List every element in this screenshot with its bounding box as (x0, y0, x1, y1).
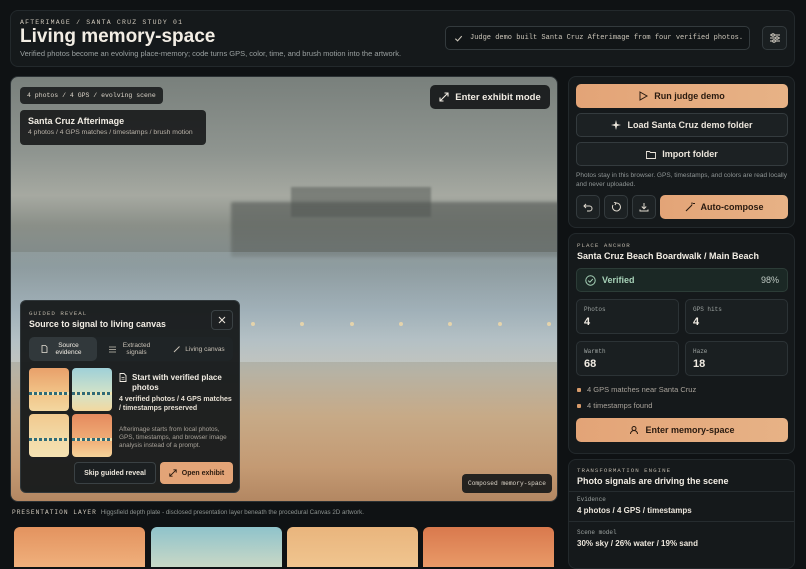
settings-button[interactable] (762, 26, 787, 50)
evidence-key: Evidence (577, 496, 606, 503)
close-icon (218, 316, 226, 324)
privacy-note: Photos stay in this browser. GPS, timest… (576, 172, 787, 188)
import-folder-button[interactable]: Import folder (576, 142, 788, 166)
composed-chip: Composed memory-space (462, 474, 552, 493)
folder-icon (646, 150, 657, 159)
tab-label: Source evidence (55, 342, 82, 356)
run-judge-demo-button[interactable]: Run judge demo (576, 84, 788, 108)
download-button[interactable] (632, 195, 656, 219)
user-icon (629, 425, 639, 435)
light-dots (251, 322, 551, 326)
bullet-gps-matches: 4 GPS matches near Santa Cruz (577, 385, 696, 394)
tab-living-canvas[interactable]: Living canvas (165, 337, 233, 361)
depth-plate-card[interactable] (14, 527, 145, 567)
enter-exhibit-button[interactable]: Enter exhibit mode (430, 85, 550, 109)
photo-thumbnail (29, 414, 69, 457)
tab-extracted-signals[interactable]: Extracted signals (97, 337, 165, 361)
check-circle-icon (585, 274, 596, 286)
place-eyebrow: PLACE ANCHOR (577, 242, 631, 249)
expand-icon (439, 92, 449, 102)
actions-panel: Run judge demo Load Santa Cruz demo fold… (568, 76, 795, 228)
photo-thumbnail (72, 368, 112, 411)
download-icon (639, 202, 649, 212)
header-eyebrow: AFTERIMAGE / SANTA CRUZ STUDY 01 (20, 19, 184, 26)
place-title: Santa Cruz Beach Boardwalk / Main Beach (577, 251, 760, 261)
status-text: Judge demo built Santa Cruz Afterimage f… (470, 34, 744, 42)
list-icon (108, 346, 116, 353)
sparkle-icon (611, 120, 622, 130)
place-anchor-panel: PLACE ANCHOR Santa Cruz Beach Boardwalk … (568, 233, 795, 454)
transformation-engine-panel: TRANSFORMATION ENGINE Photo signals are … (568, 459, 795, 569)
guided-reveal-panel: GUIDED REVEAL Source to signal to living… (20, 300, 240, 493)
step-title: Start with verified place photos (119, 373, 231, 392)
wand-icon (685, 202, 695, 212)
app-header: AFTERIMAGE / SANTA CRUZ STUDY 01 Living … (10, 10, 795, 67)
scene-model-value: 30% sky / 26% water / 19% sand (577, 539, 698, 548)
stat-warmth: Warmth 68 (576, 341, 679, 376)
depth-plate-card[interactable] (151, 527, 282, 567)
living-canvas-stage[interactable]: 4 photos / 4 GPS / evolving scene Santa … (10, 76, 558, 502)
verified-label: Verified (602, 275, 635, 285)
depth-plate-card[interactable] (423, 527, 554, 567)
step-body: Afterimage starts from local photos, GPS… (119, 426, 227, 449)
document-icon (119, 373, 127, 392)
expand-icon (169, 469, 177, 477)
presentation-strip (10, 521, 558, 567)
enter-exhibit-label: Enter exhibit mode (455, 91, 541, 103)
photo-thumbnail (72, 414, 112, 457)
auto-compose-button[interactable]: Auto-compose (660, 195, 788, 219)
tab-source-evidence[interactable]: Source evidence (29, 337, 97, 361)
engine-title: Photo signals are driving the scene (577, 476, 729, 486)
evidence-value: 4 photos / 4 GPS / timestamps (577, 506, 692, 515)
scene-card-subtitle: 4 photos / 4 GPS matches / timestamps / … (28, 129, 193, 136)
source-thumbnails (29, 368, 112, 458)
load-demo-folder-button[interactable]: Load Santa Cruz demo folder (576, 113, 788, 137)
sliders-icon (769, 32, 781, 44)
depth-plate-card[interactable] (287, 527, 418, 567)
scene-summary-chip: 4 photos / 4 GPS / evolving scene (20, 87, 163, 104)
verified-status: Verified 98% (576, 268, 788, 292)
brush-icon (173, 345, 181, 353)
file-icon (41, 345, 48, 353)
stat-haze: Haze 18 (685, 341, 788, 376)
presentation-layer-label: PRESENTATION LAYER Higgsfield depth plate… (12, 509, 364, 516)
bullet-timestamps: 4 timestamps found (577, 401, 652, 410)
page-subtitle: Verified photos become an evolving place… (20, 49, 402, 58)
skip-guided-reveal-button[interactable]: Skip guided reveal (74, 462, 156, 484)
open-exhibit-button[interactable]: Open exhibit (160, 462, 233, 484)
stat-gps-hits: GPS hits 4 (685, 299, 788, 334)
tab-label: Living canvas (185, 345, 225, 353)
close-guide-button[interactable] (211, 310, 233, 330)
scene-model-key: Scene model (577, 529, 617, 536)
page-title: Living memory-space (20, 26, 216, 47)
enter-memory-space-button[interactable]: Enter memory-space (576, 418, 788, 442)
verified-percent: 98% (760, 275, 779, 285)
undo-button[interactable] (576, 195, 600, 219)
stat-photos: Photos 4 (576, 299, 679, 334)
presentation-text: Higgsfield depth plate - disclosed prese… (100, 509, 364, 516)
play-icon (639, 91, 649, 101)
step-highlight: 4 verified photos / 4 GPS matches / time… (119, 396, 232, 412)
guide-tabs: Source evidence Extracted signals Living… (29, 337, 233, 361)
status-message: Judge demo built Santa Cruz Afterimage f… (445, 26, 750, 50)
guide-eyebrow: GUIDED REVEAL (29, 310, 88, 317)
photo-thumbnail (29, 368, 69, 411)
engine-eyebrow: TRANSFORMATION ENGINE (577, 467, 672, 474)
scene-card-title: Santa Cruz Afterimage (28, 116, 125, 126)
reset-button[interactable] (604, 195, 628, 219)
tab-label: Extracted signals (122, 342, 151, 356)
rotate-icon (611, 202, 621, 212)
presentation-eyebrow: PRESENTATION LAYER (12, 509, 97, 516)
check-icon (454, 34, 463, 43)
undo-icon (583, 202, 593, 212)
scene-card: Santa Cruz Afterimage 4 photos / 4 GPS m… (20, 110, 206, 145)
guide-title: Source to signal to living canvas (29, 319, 166, 329)
